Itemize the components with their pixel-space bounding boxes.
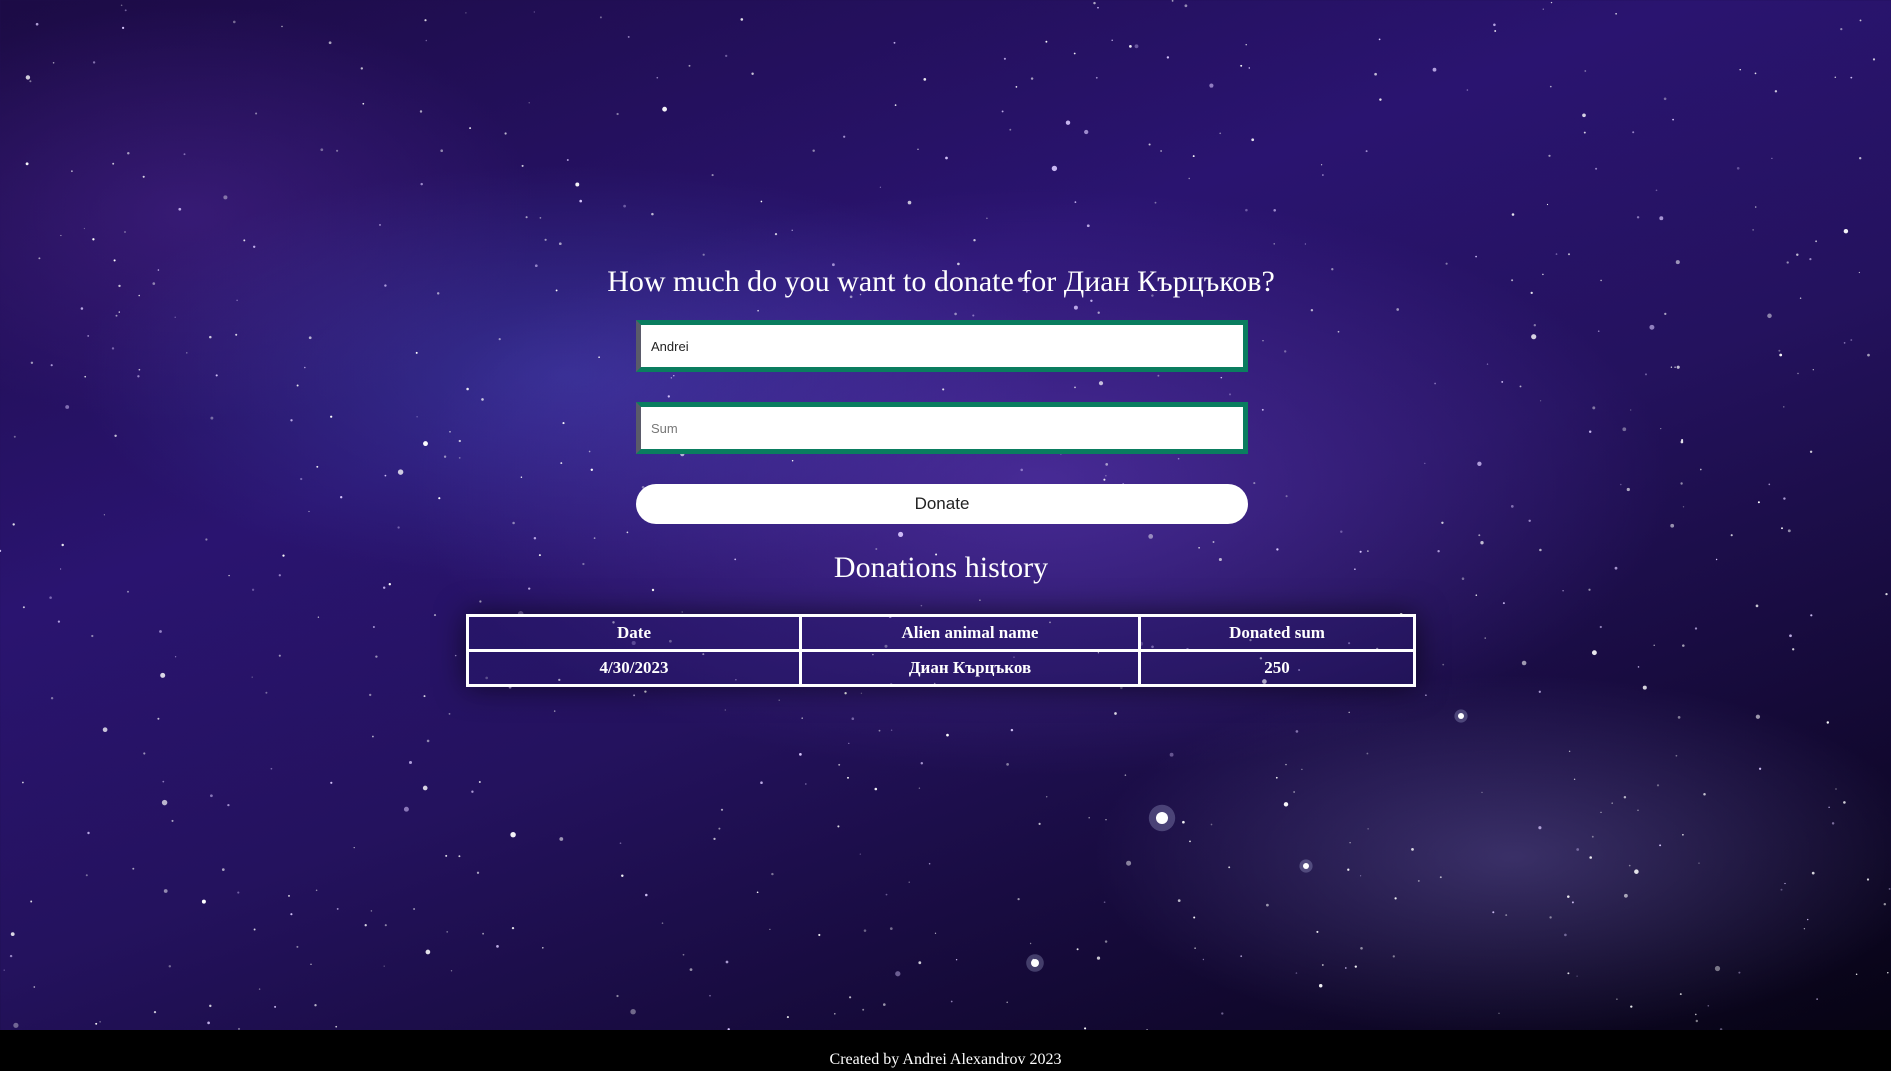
column-header-date: Date	[466, 614, 802, 652]
page-title: How much do you want to donate for Диан …	[607, 265, 1275, 298]
sum-input[interactable]	[636, 402, 1248, 454]
donate-button[interactable]: Donate	[636, 484, 1248, 524]
cell-date: 4/30/2023	[466, 649, 802, 687]
donation-page: How much do you want to donate for Диан …	[0, 0, 1891, 1030]
donations-history-table: Date Alien animal name Donated sum 4/30/…	[466, 614, 1416, 687]
column-header-donated-sum: Donated sum	[1138, 614, 1416, 652]
cell-donated-sum: 250	[1138, 649, 1416, 687]
footer-credit: Created by Andrei Alexandrov 2023	[829, 1051, 1062, 1068]
column-header-alien-animal-name: Alien animal name	[799, 614, 1141, 652]
donations-history-title: Donations history	[833, 551, 1049, 584]
footer: Created by Andrei Alexandrov 2023	[0, 1030, 1891, 1071]
cell-alien-animal-name: Диан Кърцъков	[799, 649, 1141, 687]
table-row: 4/30/2023 Диан Кърцъков 250	[466, 649, 1416, 687]
table-header-row: Date Alien animal name Donated sum	[466, 614, 1416, 652]
name-input[interactable]	[636, 320, 1248, 372]
